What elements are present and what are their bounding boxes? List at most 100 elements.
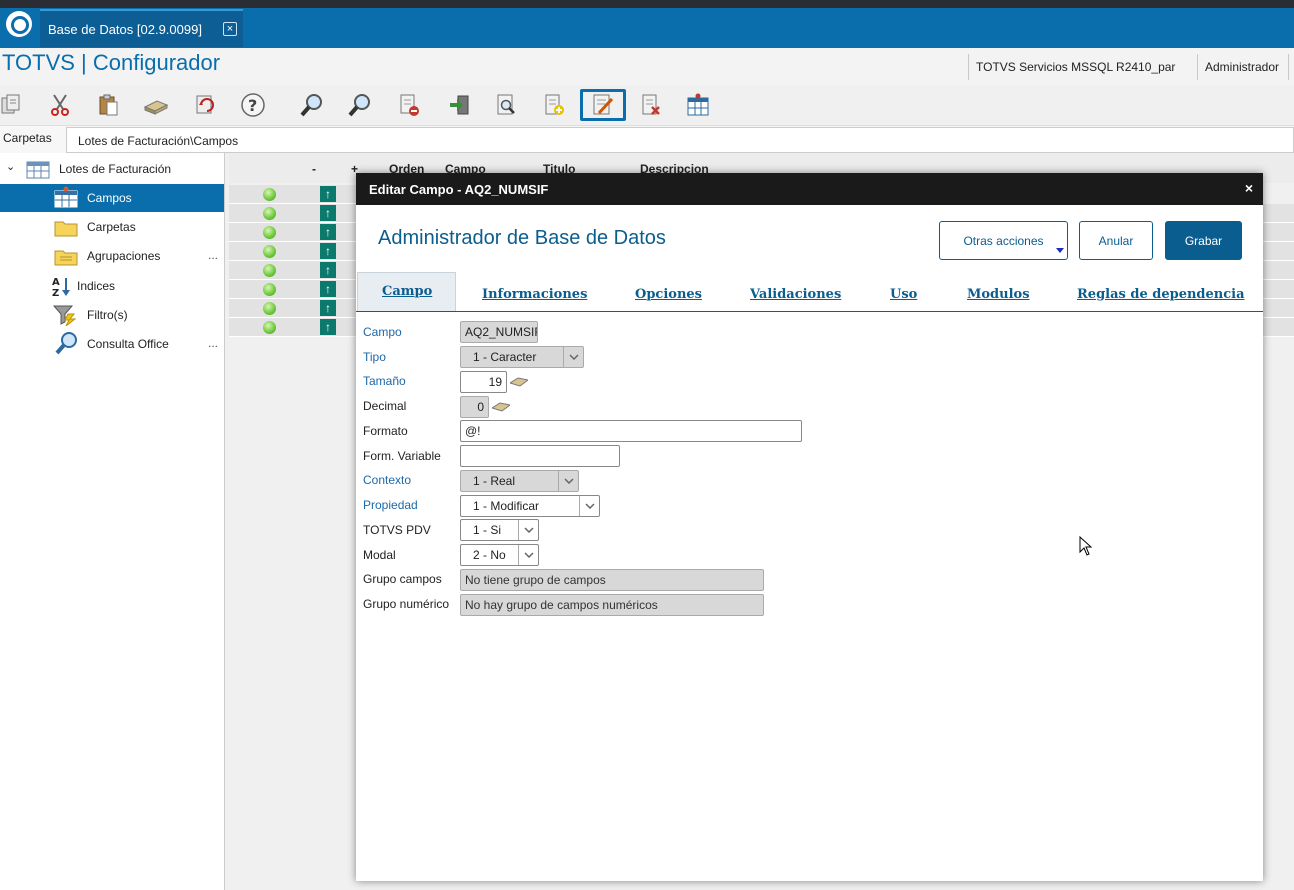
tab-base-de-datos[interactable]: Base de Datos [02.9.0099] ×: [40, 9, 243, 47]
paste-icon[interactable]: [93, 91, 123, 119]
campo-field[interactable]: AQ2_NUMSIF: [460, 321, 538, 343]
more-options-icon[interactable]: ...: [208, 336, 218, 350]
money-icon[interactable]: [510, 377, 528, 387]
table-icon[interactable]: [683, 91, 713, 119]
more-options-icon[interactable]: ...: [208, 248, 218, 262]
tamano-field[interactable]: 19: [460, 371, 507, 393]
table-row[interactable]: ↑: [229, 261, 356, 280]
folder-group-icon: [54, 245, 78, 267]
preview-icon[interactable]: [491, 91, 521, 119]
tab-informaciones[interactable]: Informaciones: [482, 287, 587, 302]
campo-label: Campo: [363, 325, 402, 339]
delete-record-icon[interactable]: [394, 91, 424, 119]
filter-icon: [52, 304, 76, 326]
tipo-value: 1 - Caracter: [473, 350, 537, 364]
table-row-tail: [1262, 242, 1294, 261]
import-icon[interactable]: [445, 91, 475, 119]
user-label[interactable]: Administrador: [1197, 54, 1286, 80]
tab-opciones[interactable]: Opciones: [635, 287, 702, 302]
status-green-icon: [263, 302, 276, 315]
tab-modulos[interactable]: Modulos: [967, 287, 1030, 302]
decimal-field[interactable]: 0: [460, 396, 489, 418]
move-up-icon[interactable]: ↑: [320, 186, 336, 202]
save-button[interactable]: Grabar: [1165, 221, 1242, 260]
search-next-icon[interactable]: [345, 91, 375, 119]
move-up-icon[interactable]: ↑: [320, 205, 336, 221]
formato-field[interactable]: @!: [460, 420, 802, 442]
table-row[interactable]: ↑: [229, 223, 356, 242]
money-icon[interactable]: [492, 402, 510, 412]
sidebar-item-indices[interactable]: AZ Indices: [0, 272, 224, 300]
tab-close-icon[interactable]: ×: [223, 22, 237, 36]
environment-label[interactable]: TOTVS Servicios MSSQL R2410_par: [968, 54, 1182, 80]
propiedad-label: Propiedad: [363, 498, 418, 512]
chevron-down-icon[interactable]: [518, 545, 538, 565]
chevron-down-icon[interactable]: [579, 496, 599, 516]
table-row[interactable]: ↑: [229, 299, 356, 318]
cut-icon[interactable]: [45, 91, 75, 119]
status-green-icon: [263, 226, 276, 239]
chevron-down-icon[interactable]: ⌄: [6, 160, 15, 173]
grid-col-minus[interactable]: -: [312, 162, 316, 176]
propiedad-select[interactable]: 1 - Modificar: [460, 495, 600, 517]
tab-title: Base de Datos [02.9.0099]: [48, 22, 202, 37]
other-actions-button[interactable]: Otras acciones: [939, 221, 1068, 260]
tab-uso[interactable]: Uso: [890, 287, 917, 302]
tab-reglas-dependencia[interactable]: Reglas de dependencia: [1077, 287, 1245, 302]
status-green-icon: [263, 321, 276, 334]
close-icon[interactable]: ×: [1245, 180, 1253, 196]
tab-campo[interactable]: Campo: [382, 284, 432, 299]
modal-select[interactable]: 2 - No: [460, 544, 539, 566]
chevron-down-icon[interactable]: [558, 471, 578, 491]
move-up-icon[interactable]: ↑: [320, 319, 336, 335]
table-row-tail: [1262, 318, 1294, 337]
decimal-label: Decimal: [363, 399, 407, 413]
sidebar-item-campos[interactable]: Campos: [0, 184, 224, 212]
modal-value: 2 - No: [473, 548, 506, 562]
sidebar-item-filtros[interactable]: Filtro(s): [0, 301, 224, 329]
sidebar-item-label: Filtro(s): [87, 308, 128, 322]
form-variable-field[interactable]: [460, 445, 620, 467]
sidebar-item-consulta-office[interactable]: Consulta Office ...: [0, 330, 224, 358]
table-icon: [26, 158, 50, 180]
edit-icon[interactable]: [580, 89, 626, 121]
copy-icon[interactable]: [0, 91, 26, 119]
help-icon[interactable]: ?: [238, 91, 268, 119]
refresh-icon[interactable]: [190, 91, 220, 119]
table-row[interactable]: ↑: [229, 318, 356, 337]
add-record-icon[interactable]: [539, 91, 569, 119]
move-up-icon[interactable]: ↑: [320, 300, 336, 316]
chevron-down-icon[interactable]: [518, 520, 538, 540]
sidebar-item-carpetas[interactable]: Carpetas: [0, 213, 224, 241]
database-icon[interactable]: [141, 91, 171, 119]
tree-root-lotes-facturacion[interactable]: ⌄ Lotes de Facturación: [0, 155, 224, 183]
totvs-pdv-select[interactable]: 1 - Si: [460, 519, 539, 541]
move-up-icon[interactable]: ↑: [320, 262, 336, 278]
grupo-campos-field[interactable]: No tiene grupo de campos: [460, 569, 764, 591]
search-icon[interactable]: [297, 91, 327, 119]
table-row-tail: [1262, 280, 1294, 299]
move-up-icon[interactable]: ↑: [320, 224, 336, 240]
totvs-pdv-label: TOTVS PDV: [363, 523, 431, 537]
table-icon: [54, 186, 78, 208]
grupo-numerico-field[interactable]: No hay grupo de campos numéricos: [460, 594, 764, 616]
table-row[interactable]: ↑: [229, 204, 356, 223]
breadcrumb-label: Carpetas: [3, 131, 52, 145]
contexto-select[interactable]: 1 - Real: [460, 470, 579, 492]
remove-icon[interactable]: [636, 91, 666, 119]
table-row[interactable]: ↑: [229, 242, 356, 261]
totvs-logo-icon[interactable]: [6, 11, 32, 37]
sidebar-item-label: Carpetas: [87, 220, 136, 234]
cancel-button[interactable]: Anular: [1079, 221, 1153, 260]
status-green-icon: [263, 207, 276, 220]
move-up-icon[interactable]: ↑: [320, 243, 336, 259]
table-row[interactable]: ↑: [229, 280, 356, 299]
tab-validaciones[interactable]: Validaciones: [750, 287, 841, 302]
tipo-select[interactable]: 1 - Caracter: [460, 346, 584, 368]
other-actions-label: Otras acciones: [963, 233, 1044, 248]
sidebar-item-agrupaciones[interactable]: Agrupaciones ...: [0, 242, 224, 270]
move-up-icon[interactable]: ↑: [320, 281, 336, 297]
table-row[interactable]: ↑: [229, 185, 356, 204]
sidebar-item-label: Consulta Office: [87, 337, 169, 351]
chevron-down-icon[interactable]: [563, 347, 583, 367]
